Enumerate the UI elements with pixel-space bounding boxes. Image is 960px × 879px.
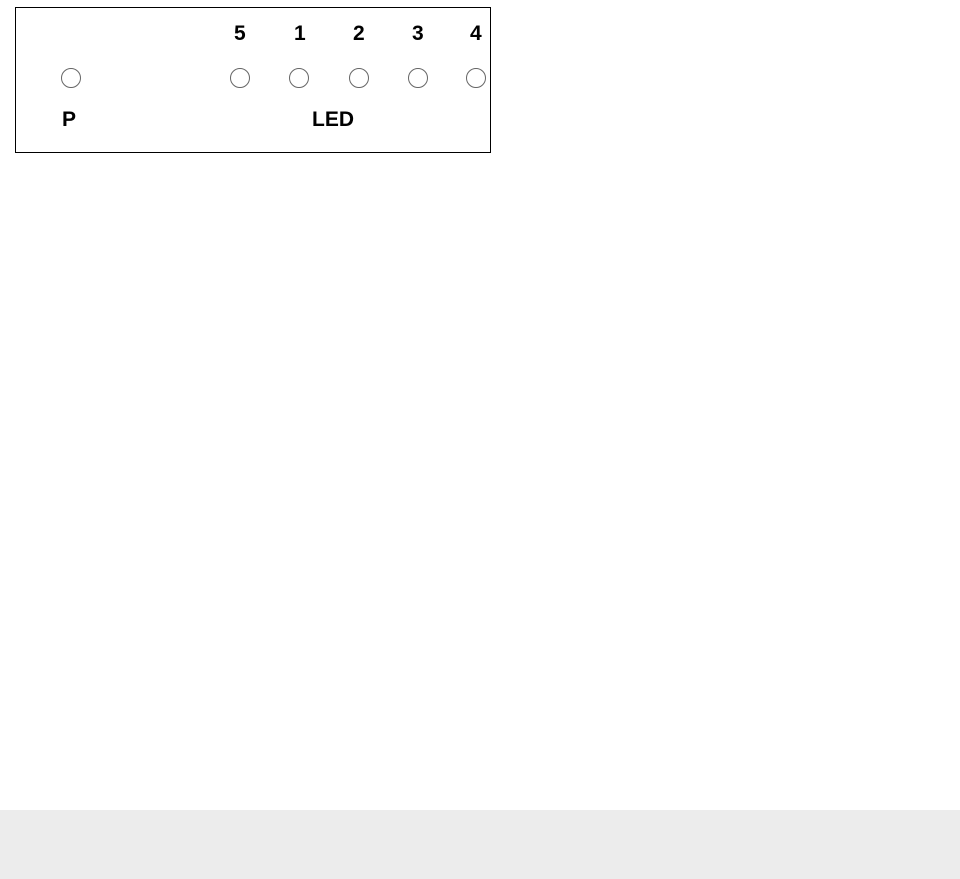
led-number-2: 2 (353, 22, 365, 46)
led-indicator-1 (289, 68, 309, 88)
led-indicator-p (61, 68, 81, 88)
led-number-4: 4 (470, 22, 482, 46)
p-label: P (62, 108, 76, 132)
led-label: LED (312, 108, 354, 132)
led-number-1: 1 (294, 22, 306, 46)
led-number-3: 3 (412, 22, 424, 46)
led-panel: 5 1 2 3 4 P LED (15, 7, 491, 153)
led-indicator-2 (349, 68, 369, 88)
led-number-5: 5 (234, 22, 246, 46)
led-indicator-4 (466, 68, 486, 88)
led-indicator-5 (230, 68, 250, 88)
footer-bar (0, 810, 960, 879)
led-indicator-3 (408, 68, 428, 88)
